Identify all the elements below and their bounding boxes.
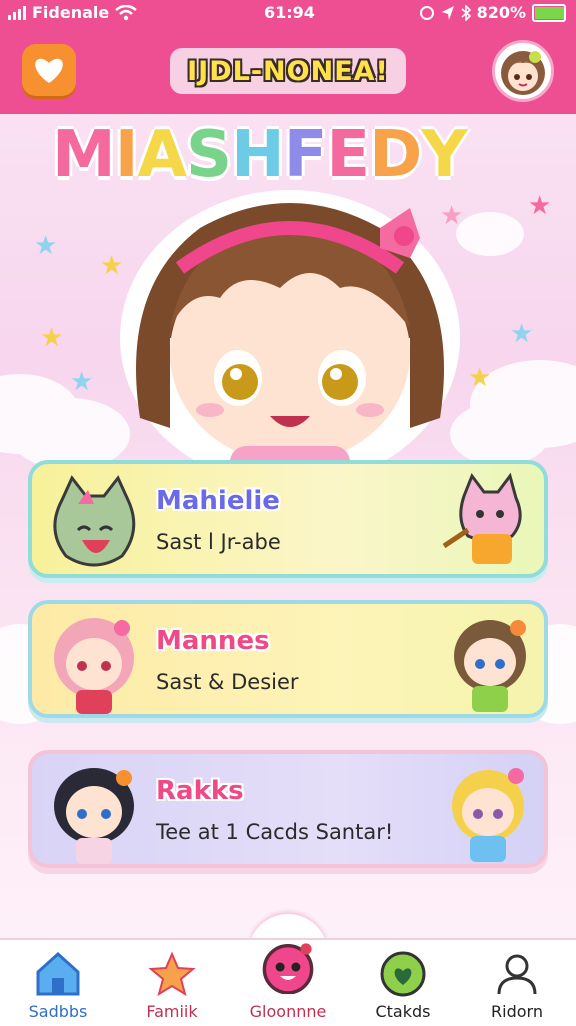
signal-icon [8, 5, 26, 20]
tab-label: Ridorn [491, 1002, 543, 1021]
tab-center[interactable]: Gloonnne [233, 940, 343, 1026]
card-name: Mahielie [156, 486, 280, 516]
dark-hair-girl-icon [54, 768, 134, 864]
green-cat-icon [53, 475, 136, 567]
card-subtitle: Sast & Desier [156, 670, 299, 694]
svg-text:★: ★ [70, 367, 93, 397]
svg-text:★: ★ [34, 231, 57, 261]
card-subtitle: Sast l Jr-abe [156, 530, 281, 554]
heart-icon [35, 58, 63, 83]
card-name: Rakks [156, 776, 244, 806]
hero-title-letter: M [52, 118, 116, 192]
star-icon [148, 951, 196, 997]
character-face-icon [262, 943, 314, 994]
pink-hair-girl-icon [54, 618, 134, 714]
bluetooth-icon [461, 4, 471, 21]
hero-character-illustration [120, 190, 460, 488]
tab-label: Ctakds [375, 1002, 431, 1021]
app-title: IJDL-NONEA! [170, 48, 406, 94]
blonde-girl-icon [452, 768, 524, 862]
favorites-button[interactable] [22, 44, 76, 96]
wifi-icon [115, 4, 138, 20]
tab-bar: Sadbbs Famiik Gloonnne Ctakds Ridorn [0, 938, 576, 1026]
svg-text:★: ★ [468, 363, 491, 393]
card-subtitle: Tee at 1 Cacds Santar! [156, 820, 394, 844]
card-name: Mannes [156, 626, 270, 656]
tab-family[interactable]: Famiik [117, 940, 227, 1026]
pink-cat-icon [442, 472, 522, 564]
status-time: 61:94 [264, 3, 315, 22]
tab-home[interactable]: Sadbbs [3, 940, 113, 1026]
battery-icon [532, 3, 566, 22]
tab-cards[interactable]: Ctakds [348, 940, 458, 1026]
battery-percent: 820% [476, 3, 526, 22]
svg-text:★: ★ [510, 319, 533, 349]
brown-hair-girl-icon [454, 620, 526, 712]
character-card-2[interactable]: Mannes Sast & Desier [28, 600, 548, 718]
svg-text:★: ★ [40, 323, 63, 353]
tab-label: Gloonnne [249, 1002, 327, 1021]
status-bar: Fidenale 61:94 820% [0, 0, 576, 26]
location-icon [441, 5, 454, 20]
girl-avatar-icon [501, 51, 545, 95]
carrier-name: Fidenale [32, 3, 110, 22]
app-header: IJDL-NONEA! [0, 26, 576, 114]
alarm-icon [419, 5, 434, 20]
character-card-3[interactable]: Rakks Tee at 1 Cacds Santar! [28, 750, 548, 868]
heart-circle-icon [380, 951, 426, 997]
profile-avatar-button[interactable] [492, 40, 554, 102]
tab-label: Sadbbs [28, 1002, 88, 1021]
tab-label: Famiik [146, 1002, 198, 1021]
home-icon [36, 951, 80, 996]
profile-icon [497, 954, 537, 995]
tab-profile[interactable]: Ridorn [462, 940, 572, 1026]
character-card-1[interactable]: Mahielie Sast l Jr-abe [28, 460, 548, 578]
